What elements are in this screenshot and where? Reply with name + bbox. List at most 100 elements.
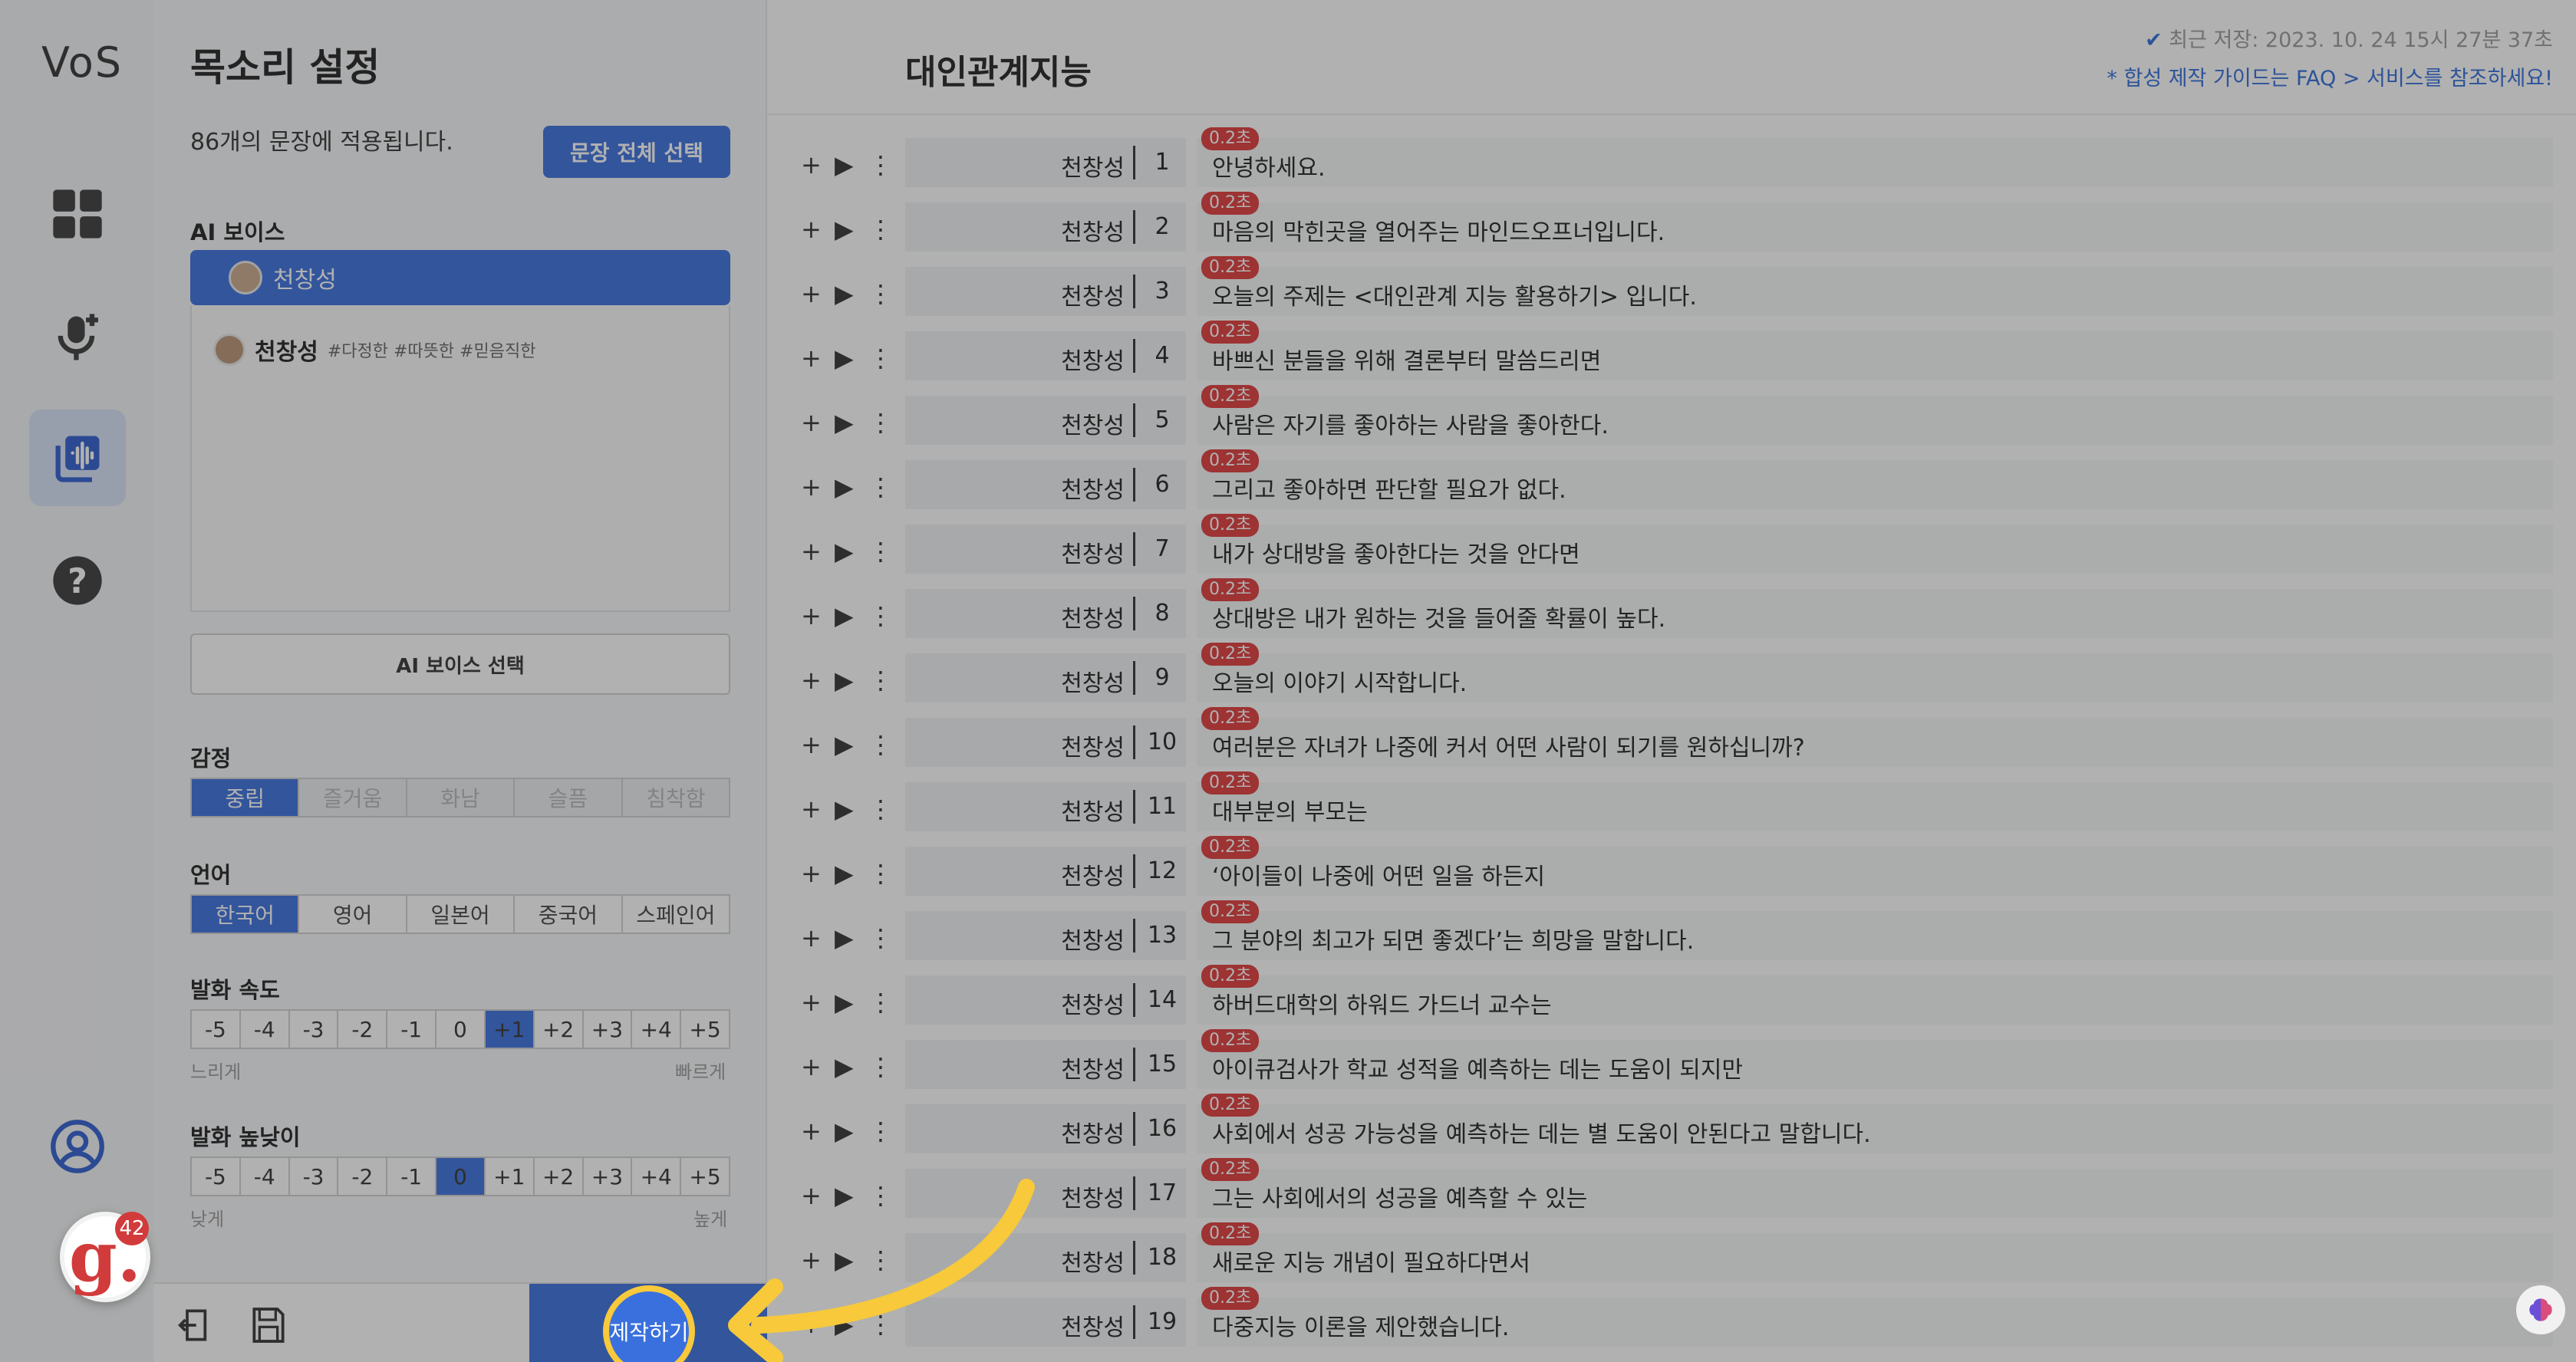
sentence-row[interactable]: + ▶ ⋮ 천창성 3 오늘의 주제는 <대인관계 지능 활용하기> 입니다. 0.2초 [767,256,2576,321]
add-icon[interactable]: + [801,730,822,759]
play-icon[interactable]: ▶ [835,408,854,437]
save-icon[interactable] [247,1304,290,1347]
pause-duration-badge[interactable]: 0.2초 [1201,900,1260,923]
pitch-option[interactable]: -1 [387,1158,437,1195]
speed-option[interactable]: -4 [241,1011,290,1048]
sentence-row[interactable]: + ▶ ⋮ 천창성 19 다중지능 이론을 제안했습니다. 0.2초 [767,1287,2576,1351]
sentence-text-cell[interactable]: 그 분야의 최고가 되면 좋겠다’는 희망을 말합니다. [1197,911,2553,960]
voice-library-icon[interactable] [29,410,126,506]
speaker-cell[interactable]: 천창성 9 [905,653,1186,702]
speaker-cell[interactable]: 천창성 7 [905,525,1186,574]
language-option[interactable]: 일본어 [407,896,516,933]
play-icon[interactable]: ▶ [835,1181,854,1210]
sentence-row[interactable]: + ▶ ⋮ 천창성 7 내가 상대방을 좋아한다는 것을 안다면 0.2초 [767,514,2576,578]
play-icon[interactable]: ▶ [835,1052,854,1081]
speed-option[interactable]: -2 [338,1011,388,1048]
pause-duration-badge[interactable]: 0.2초 [1201,707,1260,730]
pause-duration-badge[interactable]: 0.2초 [1201,256,1260,279]
sentence-row[interactable]: + ▶ ⋮ 천창성 1 안녕하세요. 0.2초 [767,127,2576,192]
sentence-row[interactable]: + ▶ ⋮ 천창성 8 상대방은 내가 원하는 것을 들어줄 확률이 높다. 0.2초 [767,578,2576,643]
sentence-text-cell[interactable]: 여러분은 자녀가 나중에 커서 어떤 사람이 되기를 원하십니까? [1197,718,2553,767]
add-icon[interactable]: + [801,1245,822,1275]
sentence-text-cell[interactable]: 다중지능 이론을 제안했습니다. [1197,1298,2553,1347]
more-icon[interactable]: ⋮ [868,1310,893,1339]
sentence-row[interactable]: + ▶ ⋮ 천창성 2 마음의 막힌곳을 열어주는 마인드오프너입니다. 0.2초 [767,192,2576,256]
add-icon[interactable]: + [801,666,822,695]
speaker-cell[interactable]: 천창성 12 [905,847,1186,896]
voice-list-item[interactable]: 천창성 #다정한 #따뜻한 #믿음직한 [213,333,536,367]
speaker-cell[interactable]: 천창성 19 [905,1298,1186,1347]
speaker-cell[interactable]: 천창성 11 [905,782,1186,831]
more-icon[interactable]: ⋮ [868,859,893,888]
emotion-option[interactable]: 침착함 [622,779,730,816]
sentence-row[interactable]: + ▶ ⋮ 천창성 10 여러분은 자녀가 나중에 커서 어떤 사람이 되기를 원하십니까… [767,707,2576,771]
pause-duration-badge[interactable]: 0.2초 [1201,771,1260,794]
play-icon[interactable]: ▶ [835,1310,854,1339]
play-icon[interactable]: ▶ [835,537,854,566]
speed-option[interactable]: 0 [436,1011,486,1048]
add-icon[interactable]: + [801,859,822,888]
sentence-text-cell[interactable]: 새로운 지능 개념이 필요하다면서 [1197,1233,2553,1282]
more-icon[interactable]: ⋮ [868,344,893,373]
more-icon[interactable]: ⋮ [868,150,893,179]
speaker-cell[interactable]: 천창성 8 [905,589,1186,638]
sentence-row[interactable]: + ▶ ⋮ 천창성 13 그 분야의 최고가 되면 좋겠다’는 희망을 말합니다. 0.2초 [767,900,2576,965]
brain-icon[interactable] [2516,1285,2565,1334]
sentence-text-cell[interactable]: 하버드대학의 하워드 가드너 교수는 [1197,975,2553,1025]
sentence-text-cell[interactable]: 아이큐검사가 학교 성적을 예측하는 데는 도움이 되지만 [1197,1040,2553,1089]
more-icon[interactable]: ⋮ [868,730,893,759]
speaker-cell[interactable]: 천창성 1 [905,138,1186,187]
play-icon[interactable]: ▶ [835,859,854,888]
sentence-text-cell[interactable]: 상대방은 내가 원하는 것을 들어줄 확률이 높다. [1197,589,2553,638]
pause-duration-badge[interactable]: 0.2초 [1201,1158,1260,1181]
more-icon[interactable]: ⋮ [868,1117,893,1146]
emotion-option[interactable]: 화남 [407,779,516,816]
select-all-sentences-button[interactable]: 문장 전체 선택 [543,126,730,178]
add-icon[interactable]: + [801,1117,822,1146]
sentence-text-cell[interactable]: 오늘의 이야기 시작합니다. [1197,653,2553,702]
language-option[interactable]: 한국어 [192,896,300,933]
play-icon[interactable]: ▶ [835,472,854,502]
more-icon[interactable]: ⋮ [868,666,893,695]
speaker-cell[interactable]: 천창성 14 [905,975,1186,1025]
faq-guide-link[interactable]: * 합성 제작 가이드는 FAQ > 서비스를 참조하세요! [2107,61,2553,91]
mic-add-icon[interactable] [29,290,126,387]
pitch-option[interactable]: -2 [338,1158,388,1195]
play-icon[interactable]: ▶ [835,279,854,308]
more-icon[interactable]: ⋮ [868,472,893,502]
speaker-cell[interactable]: 천창성 2 [905,202,1186,252]
speed-option[interactable]: -1 [387,1011,437,1048]
sentence-row[interactable]: + ▶ ⋮ 천창성 18 새로운 지능 개념이 필요하다면서 0.2초 [767,1222,2576,1287]
add-icon[interactable]: + [801,988,822,1017]
language-option[interactable]: 스페인어 [623,896,729,933]
sentence-text-cell[interactable]: 바쁘신 분들을 위해 결론부터 말씀드리면 [1197,331,2553,380]
pause-duration-badge[interactable]: 0.2초 [1201,192,1260,215]
speaker-cell[interactable]: 천창성 6 [905,460,1186,509]
pitch-option[interactable]: -5 [192,1158,241,1195]
pitch-option[interactable]: -4 [241,1158,290,1195]
add-icon[interactable]: + [801,1052,822,1081]
play-icon[interactable]: ▶ [835,1117,854,1146]
play-icon[interactable]: ▶ [835,215,854,244]
add-icon[interactable]: + [801,279,822,308]
speed-option[interactable]: -5 [192,1011,241,1048]
play-icon[interactable]: ▶ [835,794,854,824]
speed-option[interactable]: +4 [632,1011,682,1048]
pause-duration-badge[interactable]: 0.2초 [1201,514,1260,537]
more-icon[interactable]: ⋮ [868,1052,893,1081]
speaker-cell[interactable]: 천창성 3 [905,267,1186,316]
sentence-text-cell[interactable]: 안녕하세요. [1197,138,2553,187]
language-option[interactable]: 중국어 [515,896,623,933]
sentence-text-cell[interactable]: 마음의 막힌곳을 열어주는 마인드오프너입니다. [1197,202,2553,252]
more-icon[interactable]: ⋮ [868,1181,893,1210]
sentence-text-cell[interactable]: 대부분의 부모는 [1197,782,2553,831]
play-icon[interactable]: ▶ [835,601,854,630]
pitch-option[interactable]: +5 [681,1158,729,1195]
sentence-text-cell[interactable]: 그리고 좋아하면 판단할 필요가 없다. [1197,460,2553,509]
more-icon[interactable]: ⋮ [868,794,893,824]
pause-duration-badge[interactable]: 0.2초 [1201,578,1260,601]
play-icon[interactable]: ▶ [835,666,854,695]
sentence-row[interactable]: + ▶ ⋮ 천창성 6 그리고 좋아하면 판단할 필요가 없다. 0.2초 [767,449,2576,514]
add-icon[interactable]: + [801,472,822,502]
speaker-cell[interactable]: 천창성 17 [905,1169,1186,1218]
